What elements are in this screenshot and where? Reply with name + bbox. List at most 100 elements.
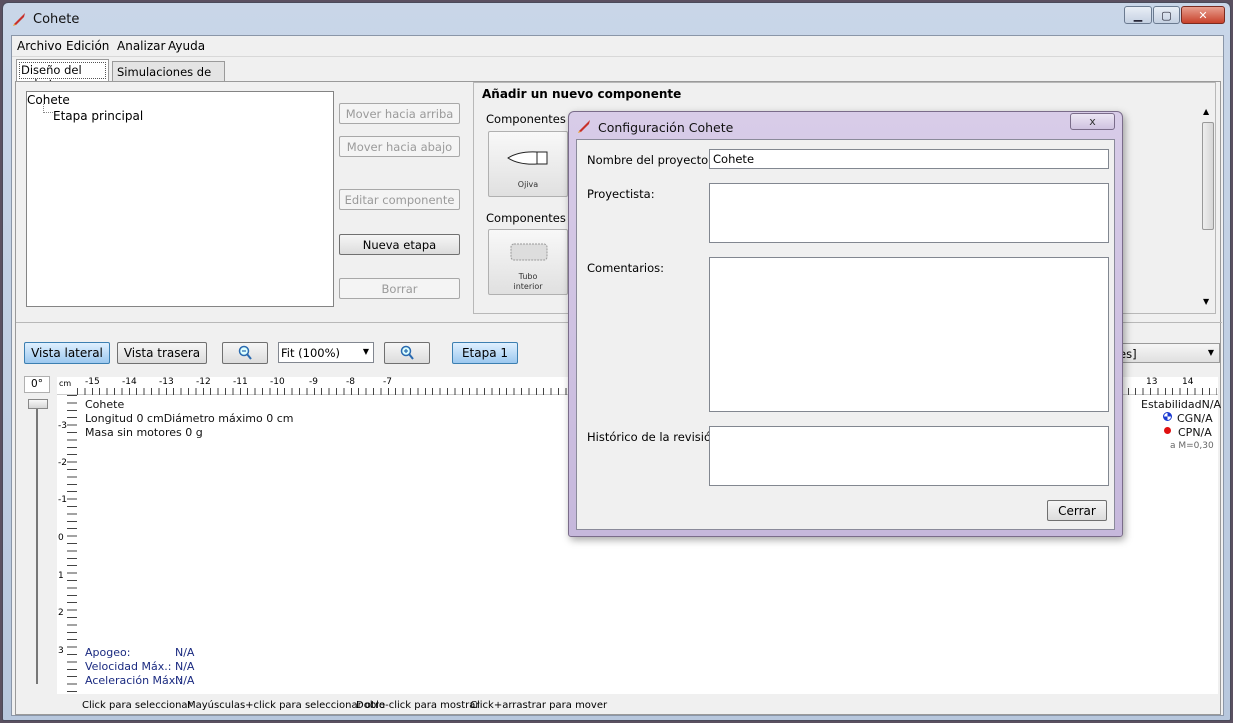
window-close-button[interactable]: ✕ bbox=[1181, 6, 1225, 24]
ruler-label: -15 bbox=[85, 377, 100, 387]
vruler-ticks bbox=[67, 395, 77, 694]
inner-tube-icon bbox=[510, 243, 548, 261]
status-hint: Doble-click para mostrar bbox=[356, 700, 480, 711]
mach-value: a M=0,30 bbox=[1170, 441, 1214, 451]
stability-label: EstabilidadN/A bbox=[1141, 398, 1222, 411]
vertical-ruler: -3 -2 -1 0 1 2 3 bbox=[57, 395, 77, 694]
nose-cone-icon bbox=[507, 151, 548, 165]
ruler-label: -10 bbox=[270, 377, 285, 387]
project-name-field[interactable]: Cohete bbox=[709, 149, 1109, 169]
menu-edicion[interactable]: Edición bbox=[66, 39, 109, 53]
menu-analizar[interactable]: Analizar bbox=[117, 39, 165, 53]
ruler-unit: cm bbox=[59, 379, 72, 388]
rocket-mass: Masa sin motores 0 g bbox=[85, 426, 203, 439]
zoom-select[interactable]: Fit (100%) ▼ bbox=[278, 342, 374, 363]
designer-label: Proyectista: bbox=[587, 187, 655, 201]
tree-node-main-stage[interactable]: Etapa principal bbox=[53, 109, 143, 123]
tree-connector bbox=[43, 104, 53, 113]
comments-field[interactable] bbox=[709, 257, 1109, 412]
scroll-down-icon[interactable]: ▼ bbox=[1203, 297, 1209, 306]
chevron-down-icon: ▼ bbox=[1207, 348, 1214, 357]
vruler-label: -3 bbox=[58, 421, 67, 431]
ruler-label: -7 bbox=[383, 377, 392, 387]
ruler-label: -8 bbox=[346, 377, 355, 387]
ruler-label: 14 bbox=[1182, 377, 1194, 387]
menu-ayuda[interactable]: Ayuda bbox=[168, 39, 205, 53]
status-hint: Click para seleccionar bbox=[82, 700, 192, 711]
rocket-config-dialog: Configuración Cohete x Nombre del proyec… bbox=[568, 111, 1123, 537]
vruler-label: 1 bbox=[58, 571, 64, 581]
rocket-dimensions: Longitud 0 cmDiámetro máximo 0 cm bbox=[85, 412, 294, 425]
vruler-label: 0 bbox=[58, 533, 64, 543]
ruler-label: -11 bbox=[233, 377, 248, 387]
chevron-down-icon: ▼ bbox=[362, 347, 369, 356]
stage-1-button[interactable]: Etapa 1 bbox=[452, 342, 518, 364]
cg-marker-icon bbox=[1163, 412, 1172, 421]
back-view-button[interactable]: Vista trasera bbox=[117, 342, 207, 364]
title-bar: Cohete ▁ ▢ ✕ bbox=[3, 3, 1230, 33]
dialog-body: Nombre del proyecto: Cohete Proyectista:… bbox=[576, 139, 1115, 530]
move-up-button[interactable]: Mover hacia arriba bbox=[339, 103, 460, 124]
zoom-in-icon bbox=[400, 345, 414, 360]
cp-marker-icon bbox=[1164, 427, 1171, 434]
acceleration-label: Aceleración Máx.: bbox=[85, 674, 183, 687]
acceleration-value: N/A bbox=[175, 674, 195, 687]
zoom-value: Fit (100%) bbox=[281, 346, 340, 360]
delete-button[interactable]: Borrar bbox=[339, 278, 460, 299]
angle-slider-track[interactable] bbox=[36, 402, 38, 684]
nose-cone-button[interactable]: Ojiva bbox=[488, 131, 568, 197]
ruler-label: -13 bbox=[159, 377, 174, 387]
vruler-label: -1 bbox=[58, 495, 67, 505]
scroll-up-icon[interactable]: ▲ bbox=[1203, 107, 1209, 116]
apogee-label: Apogeo: bbox=[85, 646, 131, 659]
inner-tube-label: Tubo interior bbox=[513, 272, 543, 291]
project-name-label: Nombre del proyecto: bbox=[587, 153, 713, 167]
status-hint: Click+arrastrar para mover bbox=[470, 700, 608, 711]
rocket-name: Cohete bbox=[85, 398, 125, 411]
vruler-label: 2 bbox=[58, 608, 64, 618]
zoom-in-button[interactable] bbox=[384, 342, 430, 364]
vruler-label: -2 bbox=[58, 458, 67, 468]
ruler-label: -14 bbox=[122, 377, 137, 387]
scroll-thumb[interactable] bbox=[1202, 122, 1214, 230]
zoom-out-button[interactable] bbox=[222, 342, 268, 364]
add-component-title: Añadir un nuevo componente bbox=[482, 87, 682, 101]
new-stage-button[interactable]: Nueva etapa bbox=[339, 234, 460, 255]
cg-value: CGN/A bbox=[1177, 412, 1213, 425]
menu-bar: Archivo Edición Analizar Ayuda bbox=[12, 36, 1223, 57]
maximize-button[interactable]: ▢ bbox=[1153, 6, 1180, 24]
ruler-label: -12 bbox=[196, 377, 211, 387]
ruler-label: -9 bbox=[309, 377, 318, 387]
menu-archivo[interactable]: Archivo bbox=[17, 39, 62, 53]
cp-value: CPN/A bbox=[1178, 426, 1212, 439]
zoom-out-icon bbox=[238, 345, 252, 360]
inner-tube-button[interactable]: Tubo interior bbox=[488, 229, 568, 295]
tab-rocket-design[interactable]: Diseño del cohete bbox=[16, 59, 109, 91]
status-hints: Click para seleccionar Mayúsculas+click … bbox=[16, 698, 1222, 714]
add-panel-scrollbar[interactable]: ▲ ▼ bbox=[1201, 105, 1215, 310]
close-button[interactable]: Cerrar bbox=[1047, 500, 1107, 521]
velocity-value: N/A bbox=[175, 660, 195, 673]
window-title: Cohete bbox=[33, 12, 80, 27]
dialog-title: Configuración Cohete bbox=[598, 120, 734, 135]
move-down-button[interactable]: Mover hacia abajo bbox=[339, 136, 460, 157]
angle-slider-thumb[interactable] bbox=[28, 399, 48, 409]
dialog-close-icon[interactable]: x bbox=[1070, 113, 1115, 130]
minimize-button[interactable]: ▁ bbox=[1124, 6, 1152, 24]
comments-label: Comentarios: bbox=[587, 261, 665, 275]
rocket-app-icon bbox=[578, 120, 590, 133]
tab-flight-simulations[interactable]: Simulaciones de vuelo bbox=[112, 61, 225, 93]
component-tree[interactable]: Cohete Etapa principal bbox=[26, 91, 334, 307]
edit-component-button[interactable]: Editar componente bbox=[339, 189, 460, 210]
side-view-button[interactable]: Vista lateral bbox=[24, 342, 110, 364]
angle-readout: 0° bbox=[24, 376, 50, 393]
ruler-label: 13 bbox=[1146, 377, 1158, 387]
revision-history-field[interactable] bbox=[709, 426, 1109, 486]
vruler-label: 3 bbox=[58, 646, 64, 656]
revision-history-label: Histórico de la revisión: bbox=[587, 430, 723, 444]
designer-field[interactable] bbox=[709, 183, 1109, 243]
nose-cone-label: Ojiva bbox=[517, 180, 539, 189]
velocity-label: Velocidad Máx.: bbox=[85, 660, 172, 673]
rocket-app-icon bbox=[13, 13, 25, 26]
apogee-value: N/A bbox=[175, 646, 195, 659]
